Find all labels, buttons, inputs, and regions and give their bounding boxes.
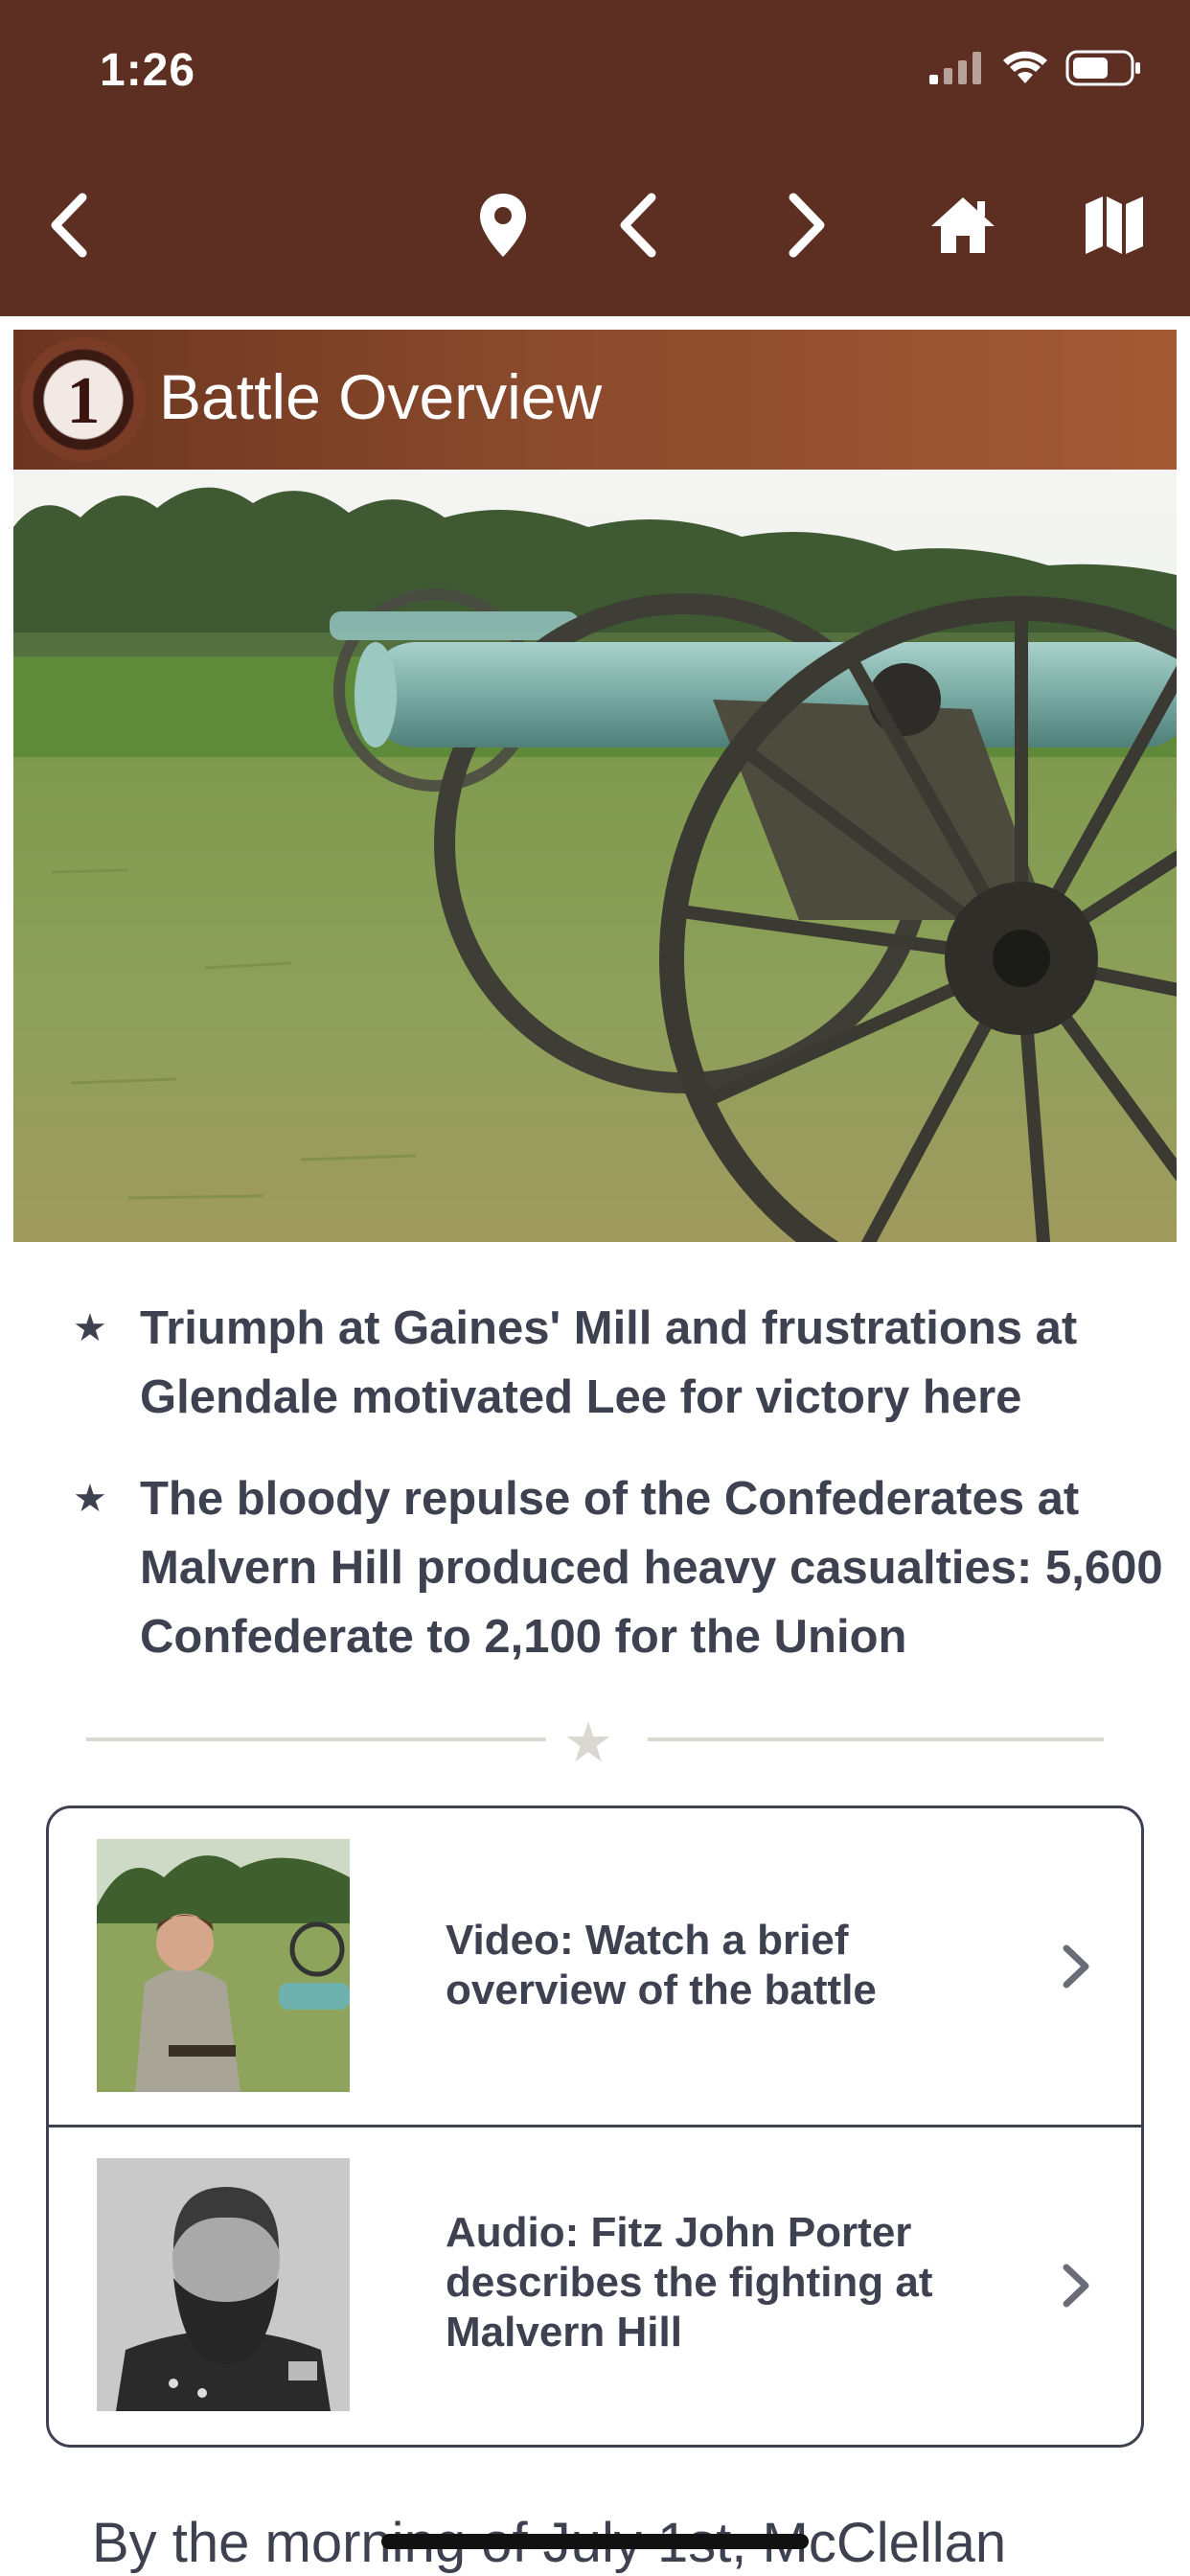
wifi-icon — [1003, 51, 1047, 83]
key-point-text: Triumph at Gaines' Mill and frustrations… — [140, 1302, 1078, 1423]
divider-star-icon: ★ — [563, 1712, 613, 1774]
map-button[interactable] — [1071, 182, 1157, 268]
key-points-list: ★ Triumph at Gaines' Mill and frustratio… — [73, 1294, 1165, 1704]
chevron-right-icon — [1063, 1944, 1089, 1989]
key-point: ★ The bloody repulse of the Confederates… — [73, 1464, 1165, 1671]
map-icon — [1086, 196, 1143, 254]
next-chevron-icon — [789, 193, 825, 258]
section-title: Battle Overview — [159, 361, 603, 432]
cellular-signal-icon — [929, 52, 981, 84]
status-icons — [929, 50, 1142, 86]
porter-portrait-thumbnail — [97, 2158, 350, 2411]
section-number-badge: 1 — [21, 337, 146, 462]
previous-button[interactable] — [596, 182, 682, 268]
back-chevron-icon — [51, 193, 87, 258]
location-pin-icon — [480, 194, 526, 257]
section-header: 1 Battle Overview — [13, 330, 1177, 470]
chevron-right-icon — [1063, 2264, 1089, 2308]
home-indicator[interactable] — [381, 2534, 809, 2549]
back-button[interactable] — [27, 182, 113, 268]
video-overview-label: Video: Watch a brief overview of the bat… — [446, 1917, 877, 2013]
hero-image-cannon — [13, 470, 1177, 1242]
location-button[interactable] — [460, 182, 546, 268]
media-card: Video: Watch a brief overview of the bat… — [46, 1806, 1144, 2448]
star-divider: ★ — [86, 1712, 1104, 1774]
divider-line-right — [648, 1737, 1104, 1741]
audio-porter-item[interactable]: Audio: Fitz John Porter describes the fi… — [49, 2128, 1141, 2445]
section-number: 1 — [66, 364, 101, 438]
previous-chevron-icon — [620, 193, 656, 258]
home-button[interactable] — [920, 182, 1006, 268]
battery-icon — [1065, 50, 1140, 86]
top-bar: 1:26 — [0, 0, 1190, 316]
next-button[interactable] — [763, 182, 849, 268]
star-bullet-icon: ★ — [73, 1307, 107, 1349]
status-time: 1:26 — [100, 45, 196, 96]
divider-line-left — [86, 1737, 546, 1741]
ranger-thumbnail — [97, 1839, 350, 2092]
key-point-text: The bloody repulse of the Confederates a… — [140, 1473, 1163, 1663]
key-point: ★ Triumph at Gaines' Mill and frustratio… — [73, 1294, 1165, 1432]
home-icon — [931, 197, 995, 253]
star-bullet-icon: ★ — [73, 1478, 107, 1520]
video-overview-item[interactable]: Video: Watch a brief overview of the bat… — [49, 1808, 1141, 2128]
audio-porter-label: Audio: Fitz John Porter describes the fi… — [446, 2209, 933, 2356]
